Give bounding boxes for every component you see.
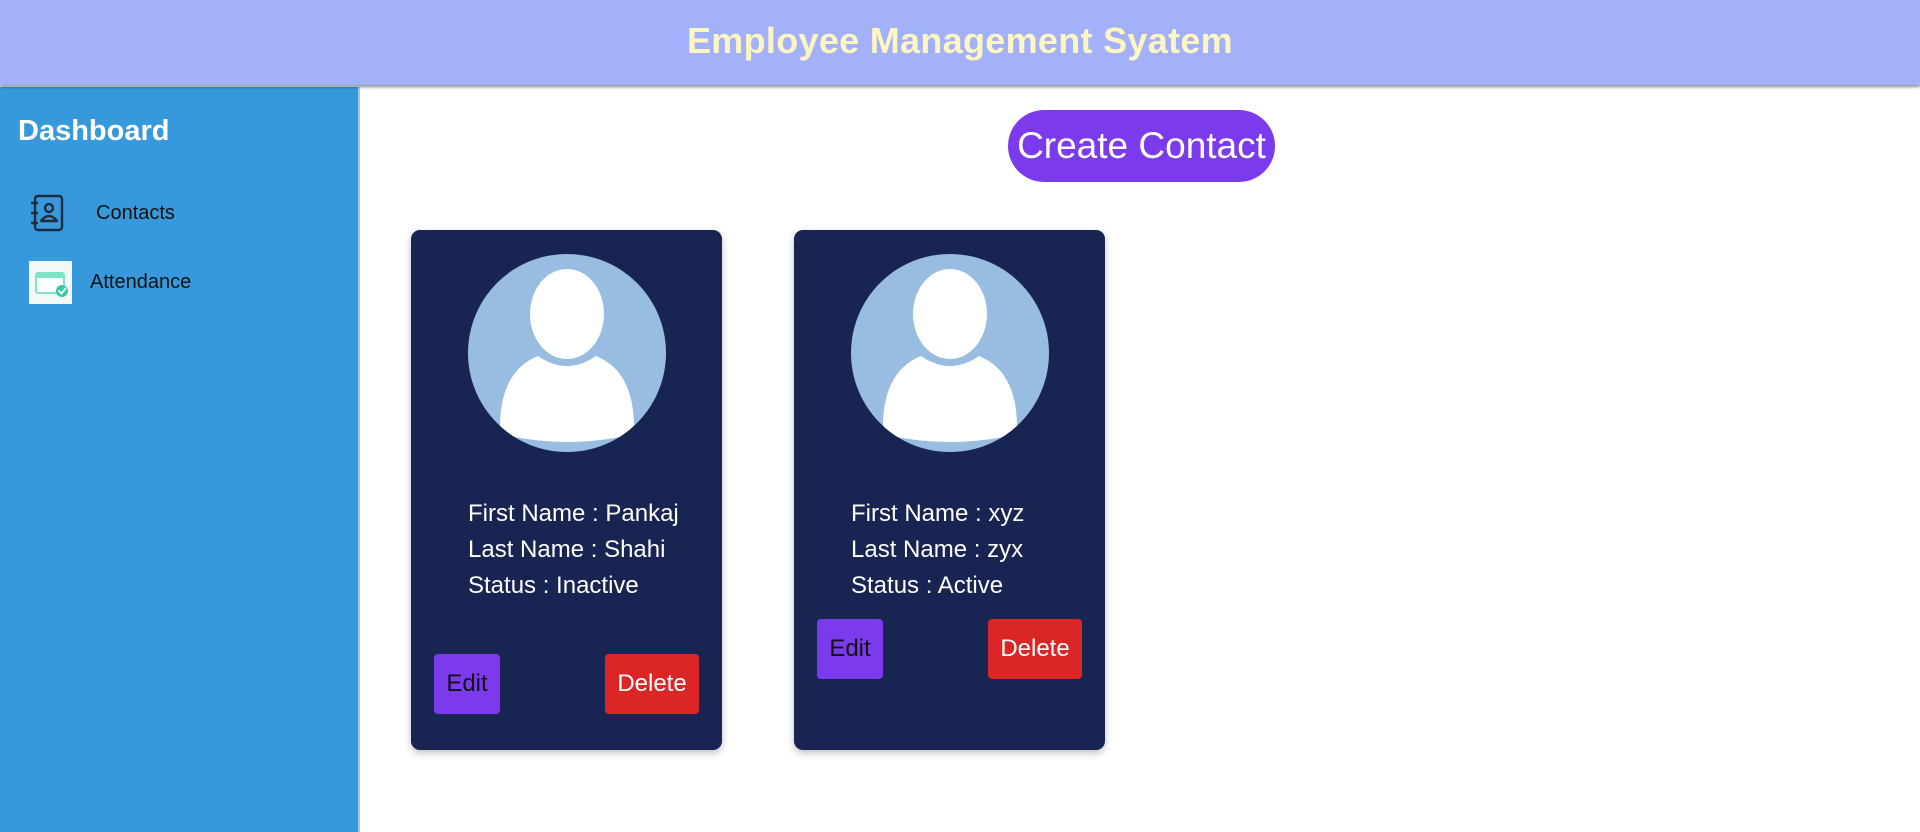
last-name-label: Last Name : — [851, 536, 981, 563]
app-title: Employee Management Syatem — [687, 19, 1233, 61]
status-value: Inactive — [556, 572, 639, 599]
status-row: Status : Inactive — [468, 568, 688, 604]
avatar — [851, 254, 1049, 452]
user-silhouette-icon — [882, 269, 1018, 442]
create-contact-button[interactable]: Create Contact — [1008, 110, 1275, 182]
contact-info: First Name : xyz Last Name : zyx Status … — [851, 496, 1071, 604]
first-name-row: First Name : xyz — [851, 496, 1071, 532]
contact-card: First Name : Pankaj Last Name : Shahi St… — [411, 230, 722, 750]
sidebar-item-label: Attendance — [90, 271, 192, 293]
first-name-value: xyz — [988, 500, 1025, 527]
first-name-label: First Name : — [468, 500, 599, 527]
edit-button[interactable]: Edit — [434, 654, 500, 714]
attendance-calendar-icon — [29, 261, 72, 304]
last-name-value: Shahi — [604, 536, 666, 563]
first-name-label: First Name : — [851, 500, 982, 527]
sidebar-item-attendance[interactable]: Attendance — [29, 261, 191, 304]
edit-button[interactable]: Edit — [817, 619, 883, 679]
contact-card: First Name : xyz Last Name : zyx Status … — [794, 230, 1105, 750]
status-label: Status : — [851, 572, 933, 599]
sidebar-item-contacts[interactable]: Contacts — [28, 193, 175, 233]
sidebar-item-label: Contacts — [96, 201, 175, 224]
last-name-row: Last Name : zyx — [851, 532, 1071, 568]
sidebar: Dashboard Contacts Attendance — [0, 87, 360, 832]
status-label: Status : — [468, 572, 550, 599]
delete-button[interactable]: Delete — [988, 619, 1082, 679]
first-name-row: First Name : Pankaj — [468, 496, 688, 532]
first-name-value: Pankaj — [605, 500, 679, 527]
status-row: Status : Active — [851, 568, 1071, 604]
delete-button[interactable]: Delete — [605, 654, 699, 714]
last-name-value: zyx — [987, 536, 1024, 563]
last-name-row: Last Name : Shahi — [468, 532, 688, 568]
app-header: Employee Management Syatem — [0, 0, 1920, 85]
contact-book-icon — [28, 193, 68, 233]
last-name-label: Last Name : — [468, 536, 598, 563]
status-value: Active — [937, 572, 1004, 599]
user-silhouette-icon — [499, 269, 635, 442]
contact-info: First Name : Pankaj Last Name : Shahi St… — [468, 496, 688, 604]
sidebar-title: Dashboard — [18, 115, 170, 147]
avatar — [468, 254, 666, 452]
